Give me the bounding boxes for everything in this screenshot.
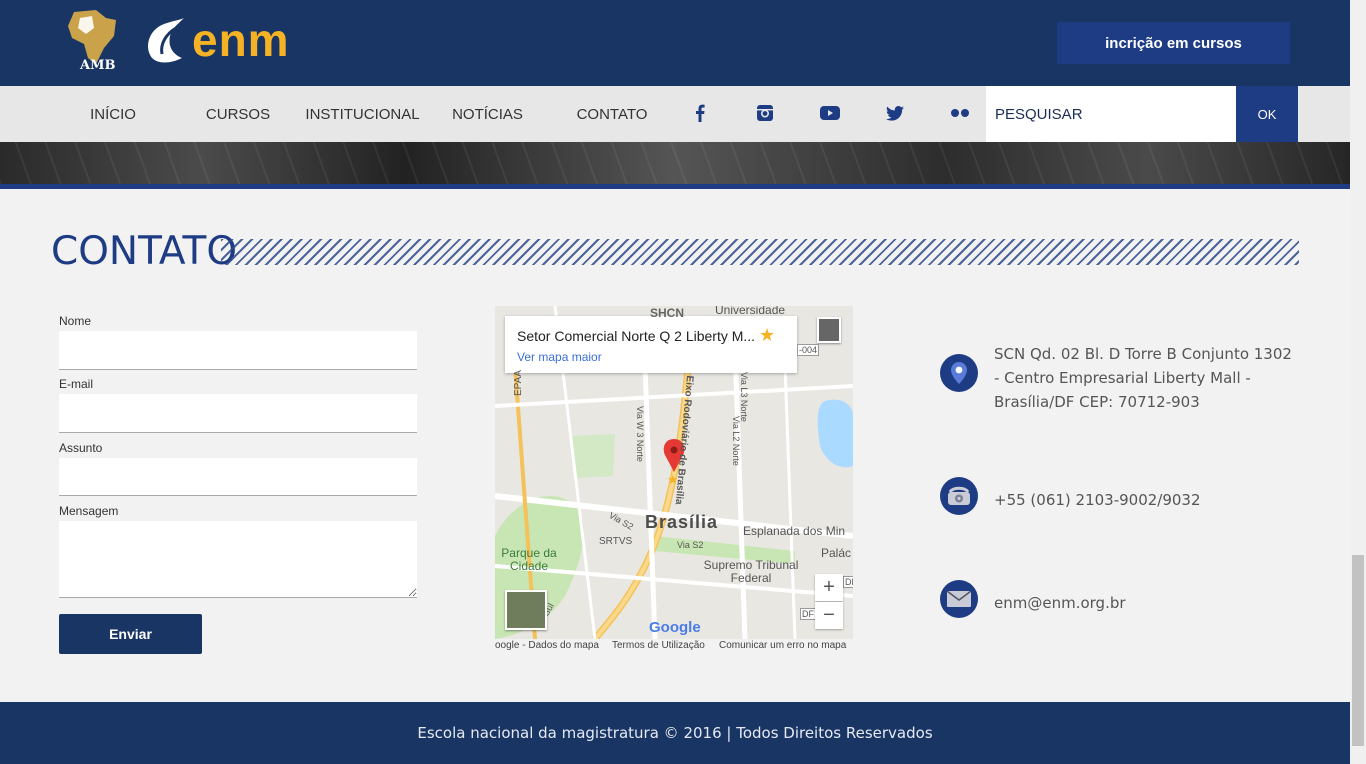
- course-signup-button[interactable]: incrição em cursos: [1057, 22, 1290, 64]
- enm-logo-text: enm: [192, 14, 290, 66]
- map-place-title: Setor Comercial Norte Q 2 Liberty M...: [517, 328, 756, 344]
- phone-icon: [940, 477, 978, 515]
- page-title: CONTATO: [51, 229, 238, 274]
- map-data-link[interactable]: oogle - Dados do mapa: [495, 640, 599, 651]
- satellite-view-toggle[interactable]: [505, 590, 547, 630]
- email-icon: [940, 580, 978, 618]
- map-label-via-l2: Via L2 Norte: [731, 416, 741, 466]
- location-pin-icon: [940, 354, 978, 392]
- map-footer: oogle - Dados do mapa Termos de Utilizaç…: [495, 640, 853, 654]
- email-text[interactable]: enm@enm.org.br: [994, 591, 1126, 615]
- message-label: Mensagem: [59, 504, 119, 518]
- map-label-via-l3: Via L3 Norte: [739, 372, 749, 422]
- hero-banner-strip: [0, 142, 1350, 189]
- page-footer: Escola nacional da magistratura © 2016 |…: [0, 702, 1350, 764]
- nav-item-cursos[interactable]: CURSOS: [188, 86, 288, 142]
- map-label-universidade: Universidade: [715, 306, 786, 317]
- email-field[interactable]: [59, 394, 417, 433]
- message-field[interactable]: [59, 521, 417, 598]
- map-label-df: DF: [843, 576, 853, 588]
- zoom-in-button[interactable]: +: [815, 574, 843, 601]
- page-scrollbar-thumb[interactable]: [1352, 555, 1364, 746]
- map-label-palacio: Palác: [821, 546, 852, 560]
- phone-text: +55 (061) 2103-9002/9032: [994, 491, 1201, 509]
- user-avatar[interactable]: [817, 317, 841, 343]
- address-text: SCN Qd. 02 Bl. D Torre B Conjunto 1302 -…: [994, 345, 1292, 411]
- top-header: AMB enm incrição em cursos: [0, 0, 1350, 86]
- map-label-via-s2-b: Via S2: [677, 540, 704, 550]
- nav-item-contato[interactable]: CONTATO: [563, 86, 661, 142]
- send-button[interactable]: Enviar: [59, 614, 202, 654]
- twitter-icon[interactable]: [882, 100, 908, 126]
- instagram-icon[interactable]: [752, 100, 778, 126]
- search-input[interactable]: [986, 86, 1236, 142]
- subject-field[interactable]: [59, 458, 417, 496]
- flickr-icon[interactable]: [947, 100, 973, 126]
- map-terms-link[interactable]: Termos de Utilização: [612, 640, 705, 651]
- copyright-text: Escola nacional da magistratura © 2016 |…: [417, 724, 933, 742]
- name-label: Nome: [59, 314, 92, 328]
- name-field[interactable]: [59, 331, 417, 370]
- facebook-icon[interactable]: [687, 100, 713, 126]
- nav-item-institucional[interactable]: INSTITUCIONAL: [305, 86, 420, 142]
- google-logo: Google: [649, 619, 701, 636]
- map-place-card: Setor Comercial Norte Q 2 Liberty M... ★…: [505, 316, 797, 373]
- save-star-icon[interactable]: ★: [759, 325, 775, 346]
- map-label-road-004: -004: [797, 344, 820, 356]
- map-report-link[interactable]: Comunicar um erro no mapa: [719, 640, 846, 651]
- view-larger-map-link[interactable]: Ver mapa maior: [517, 350, 602, 364]
- map-label-shcn: SHCN: [650, 306, 685, 320]
- map-label-via-w3: Via W 3 Norte: [635, 406, 645, 462]
- title-decoration-stripes: [221, 239, 1299, 265]
- map-label-df-2: DF: [800, 608, 816, 620]
- map-label-supremo: Supremo Tribunal Federal: [703, 558, 799, 585]
- map-label-esplanada: Esplanada dos Min: [743, 524, 846, 538]
- subject-label: Assunto: [59, 441, 103, 455]
- map-label-parque: Parque da Cidade: [501, 546, 557, 573]
- map-label-srtvs: SRTVS: [599, 536, 633, 547]
- embedded-map[interactable]: ★ Setor Comercial Norte Q 2 Liberty M...…: [495, 306, 853, 639]
- email-label: E-mail: [59, 377, 94, 391]
- amb-logo-text: AMB: [80, 58, 116, 73]
- zoom-out-button[interactable]: −: [815, 602, 843, 629]
- nav-item-noticias[interactable]: NOTÍCIAS: [440, 86, 535, 142]
- map-label-brasilia: Brasília: [645, 512, 719, 532]
- nav-item-inicio[interactable]: INÍCIO: [62, 86, 164, 142]
- map-label-epaa: EPAA: [513, 370, 524, 396]
- youtube-icon[interactable]: [817, 100, 843, 126]
- search-button[interactable]: OK: [1236, 86, 1298, 142]
